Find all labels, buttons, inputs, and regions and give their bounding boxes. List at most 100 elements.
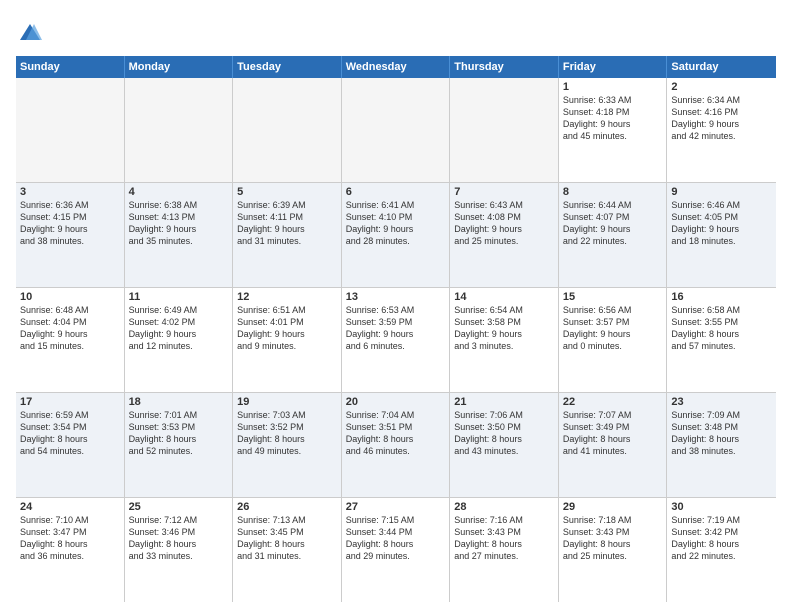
- day-number: 17: [20, 396, 120, 408]
- cal-cell: [450, 78, 559, 182]
- day-info: Sunrise: 6:33 AMSunset: 4:18 PMDaylight:…: [563, 94, 663, 143]
- header-wednesday: Wednesday: [342, 56, 451, 78]
- day-info: Sunrise: 7:01 AMSunset: 3:53 PMDaylight:…: [129, 409, 229, 458]
- cal-cell: 17Sunrise: 6:59 AMSunset: 3:54 PMDayligh…: [16, 393, 125, 497]
- cal-row-0: 1Sunrise: 6:33 AMSunset: 4:18 PMDaylight…: [16, 78, 776, 183]
- day-info: Sunrise: 7:07 AMSunset: 3:49 PMDaylight:…: [563, 409, 663, 458]
- cal-cell: 23Sunrise: 7:09 AMSunset: 3:48 PMDayligh…: [667, 393, 776, 497]
- cal-cell: 8Sunrise: 6:44 AMSunset: 4:07 PMDaylight…: [559, 183, 668, 287]
- header-monday: Monday: [125, 56, 234, 78]
- day-info: Sunrise: 6:59 AMSunset: 3:54 PMDaylight:…: [20, 409, 120, 458]
- cal-cell: 11Sunrise: 6:49 AMSunset: 4:02 PMDayligh…: [125, 288, 234, 392]
- day-number: 28: [454, 501, 554, 513]
- day-info: Sunrise: 7:03 AMSunset: 3:52 PMDaylight:…: [237, 409, 337, 458]
- day-number: 7: [454, 186, 554, 198]
- cal-cell: 15Sunrise: 6:56 AMSunset: 3:57 PMDayligh…: [559, 288, 668, 392]
- day-info: Sunrise: 7:18 AMSunset: 3:43 PMDaylight:…: [563, 514, 663, 563]
- day-info: Sunrise: 6:36 AMSunset: 4:15 PMDaylight:…: [20, 199, 120, 248]
- day-number: 9: [671, 186, 772, 198]
- header-tuesday: Tuesday: [233, 56, 342, 78]
- cal-cell: 1Sunrise: 6:33 AMSunset: 4:18 PMDaylight…: [559, 78, 668, 182]
- cal-cell: 2Sunrise: 6:34 AMSunset: 4:16 PMDaylight…: [667, 78, 776, 182]
- cal-cell: 9Sunrise: 6:46 AMSunset: 4:05 PMDaylight…: [667, 183, 776, 287]
- day-number: 8: [563, 186, 663, 198]
- cal-cell: 10Sunrise: 6:48 AMSunset: 4:04 PMDayligh…: [16, 288, 125, 392]
- cal-cell: 25Sunrise: 7:12 AMSunset: 3:46 PMDayligh…: [125, 498, 234, 602]
- day-info: Sunrise: 7:12 AMSunset: 3:46 PMDaylight:…: [129, 514, 229, 563]
- day-info: Sunrise: 6:58 AMSunset: 3:55 PMDaylight:…: [671, 304, 772, 353]
- calendar: SundayMondayTuesdayWednesdayThursdayFrid…: [16, 56, 776, 602]
- day-number: 26: [237, 501, 337, 513]
- calendar-body: 1Sunrise: 6:33 AMSunset: 4:18 PMDaylight…: [16, 78, 776, 602]
- day-number: 12: [237, 291, 337, 303]
- cal-cell: 14Sunrise: 6:54 AMSunset: 3:58 PMDayligh…: [450, 288, 559, 392]
- day-number: 16: [671, 291, 772, 303]
- page: SundayMondayTuesdayWednesdayThursdayFrid…: [0, 0, 792, 612]
- cal-cell: 18Sunrise: 7:01 AMSunset: 3:53 PMDayligh…: [125, 393, 234, 497]
- day-info: Sunrise: 6:53 AMSunset: 3:59 PMDaylight:…: [346, 304, 446, 353]
- cal-cell: 12Sunrise: 6:51 AMSunset: 4:01 PMDayligh…: [233, 288, 342, 392]
- logo-icon: [16, 20, 44, 48]
- day-info: Sunrise: 6:38 AMSunset: 4:13 PMDaylight:…: [129, 199, 229, 248]
- day-info: Sunrise: 6:49 AMSunset: 4:02 PMDaylight:…: [129, 304, 229, 353]
- day-info: Sunrise: 7:19 AMSunset: 3:42 PMDaylight:…: [671, 514, 772, 563]
- cal-cell: [342, 78, 451, 182]
- cal-cell: 21Sunrise: 7:06 AMSunset: 3:50 PMDayligh…: [450, 393, 559, 497]
- cal-cell: 13Sunrise: 6:53 AMSunset: 3:59 PMDayligh…: [342, 288, 451, 392]
- cal-cell: 3Sunrise: 6:36 AMSunset: 4:15 PMDaylight…: [16, 183, 125, 287]
- day-info: Sunrise: 6:56 AMSunset: 3:57 PMDaylight:…: [563, 304, 663, 353]
- day-number: 22: [563, 396, 663, 408]
- day-info: Sunrise: 7:15 AMSunset: 3:44 PMDaylight:…: [346, 514, 446, 563]
- day-info: Sunrise: 7:13 AMSunset: 3:45 PMDaylight:…: [237, 514, 337, 563]
- calendar-header: SundayMondayTuesdayWednesdayThursdayFrid…: [16, 56, 776, 78]
- cal-cell: [233, 78, 342, 182]
- cal-cell: 27Sunrise: 7:15 AMSunset: 3:44 PMDayligh…: [342, 498, 451, 602]
- cal-row-2: 10Sunrise: 6:48 AMSunset: 4:04 PMDayligh…: [16, 288, 776, 393]
- cal-row-1: 3Sunrise: 6:36 AMSunset: 4:15 PMDaylight…: [16, 183, 776, 288]
- cal-cell: [125, 78, 234, 182]
- day-number: 14: [454, 291, 554, 303]
- cal-cell: [16, 78, 125, 182]
- cal-cell: 7Sunrise: 6:43 AMSunset: 4:08 PMDaylight…: [450, 183, 559, 287]
- day-info: Sunrise: 6:41 AMSunset: 4:10 PMDaylight:…: [346, 199, 446, 248]
- cal-cell: 16Sunrise: 6:58 AMSunset: 3:55 PMDayligh…: [667, 288, 776, 392]
- cal-cell: 29Sunrise: 7:18 AMSunset: 3:43 PMDayligh…: [559, 498, 668, 602]
- day-info: Sunrise: 7:10 AMSunset: 3:47 PMDaylight:…: [20, 514, 120, 563]
- cal-cell: 26Sunrise: 7:13 AMSunset: 3:45 PMDayligh…: [233, 498, 342, 602]
- logo: [16, 20, 48, 48]
- header-sunday: Sunday: [16, 56, 125, 78]
- header: [16, 16, 776, 48]
- day-info: Sunrise: 6:44 AMSunset: 4:07 PMDaylight:…: [563, 199, 663, 248]
- cal-cell: 4Sunrise: 6:38 AMSunset: 4:13 PMDaylight…: [125, 183, 234, 287]
- day-info: Sunrise: 7:09 AMSunset: 3:48 PMDaylight:…: [671, 409, 772, 458]
- day-number: 11: [129, 291, 229, 303]
- cal-row-3: 17Sunrise: 6:59 AMSunset: 3:54 PMDayligh…: [16, 393, 776, 498]
- day-number: 4: [129, 186, 229, 198]
- day-number: 5: [237, 186, 337, 198]
- day-info: Sunrise: 6:51 AMSunset: 4:01 PMDaylight:…: [237, 304, 337, 353]
- day-number: 24: [20, 501, 120, 513]
- day-info: Sunrise: 6:46 AMSunset: 4:05 PMDaylight:…: [671, 199, 772, 248]
- day-number: 29: [563, 501, 663, 513]
- header-thursday: Thursday: [450, 56, 559, 78]
- day-number: 23: [671, 396, 772, 408]
- cal-row-4: 24Sunrise: 7:10 AMSunset: 3:47 PMDayligh…: [16, 498, 776, 602]
- cal-cell: 6Sunrise: 6:41 AMSunset: 4:10 PMDaylight…: [342, 183, 451, 287]
- cal-cell: 20Sunrise: 7:04 AMSunset: 3:51 PMDayligh…: [342, 393, 451, 497]
- day-info: Sunrise: 7:16 AMSunset: 3:43 PMDaylight:…: [454, 514, 554, 563]
- day-number: 6: [346, 186, 446, 198]
- day-number: 18: [129, 396, 229, 408]
- day-info: Sunrise: 6:34 AMSunset: 4:16 PMDaylight:…: [671, 94, 772, 143]
- day-number: 19: [237, 396, 337, 408]
- day-number: 30: [671, 501, 772, 513]
- cal-cell: 28Sunrise: 7:16 AMSunset: 3:43 PMDayligh…: [450, 498, 559, 602]
- cal-cell: 19Sunrise: 7:03 AMSunset: 3:52 PMDayligh…: [233, 393, 342, 497]
- day-info: Sunrise: 6:48 AMSunset: 4:04 PMDaylight:…: [20, 304, 120, 353]
- day-number: 10: [20, 291, 120, 303]
- day-number: 21: [454, 396, 554, 408]
- day-info: Sunrise: 7:04 AMSunset: 3:51 PMDaylight:…: [346, 409, 446, 458]
- day-number: 27: [346, 501, 446, 513]
- day-number: 25: [129, 501, 229, 513]
- header-friday: Friday: [559, 56, 668, 78]
- day-info: Sunrise: 6:54 AMSunset: 3:58 PMDaylight:…: [454, 304, 554, 353]
